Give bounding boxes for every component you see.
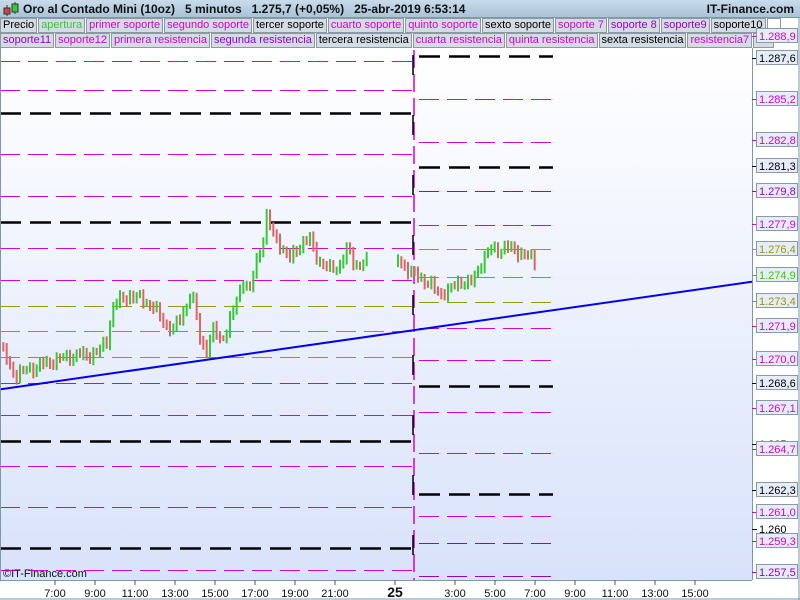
y-axis-label: 1.267,1 <box>752 400 798 415</box>
x-axis-label: 11:00 <box>602 588 629 600</box>
y-axis-label: 1.285,2 <box>752 91 798 106</box>
y-axis-label: 1.276,4 <box>752 241 798 256</box>
y-axis-label-text: 1.282,8 <box>759 135 796 147</box>
x-axis-label: 15:00 <box>681 588 709 600</box>
copyright-text: ©IT-Finance.com <box>3 568 87 580</box>
x-axis-label: 5:00 <box>484 588 505 600</box>
y-axis-label-text: 1.274,9 <box>759 270 796 282</box>
y-axis-label: 1.270,0 <box>752 351 798 366</box>
y-axis-label-text: 1.271,9 <box>759 321 796 333</box>
x-axis-label: 9:00 <box>564 588 585 600</box>
y-axis-label-text: 1.268,6 <box>759 378 796 390</box>
x-axis-label: 3:00 <box>444 588 465 600</box>
x-axis-label: 7:00 <box>44 588 65 600</box>
x-axis-label: 13:00 <box>161 588 189 600</box>
y-axis-label-text: 1.267,1 <box>759 403 796 415</box>
y-axis-label-text: 1.270,0 <box>759 354 796 366</box>
y-axis-label-text: 1.287,6 <box>759 53 796 65</box>
y-axis-label: 1.282,8 <box>752 132 798 147</box>
y-axis-label: 1.279,8 <box>752 183 798 198</box>
y-axis-label: 1.264,7 <box>752 441 798 456</box>
y-axis-label-text: 1.261,0 <box>759 507 796 519</box>
y-axis-label: 1.257,5 <box>752 564 798 579</box>
y-axis-label: 1.274,9 <box>752 267 798 282</box>
y-axis-label: 1.262,3 <box>752 482 798 497</box>
x-axis-label: 11:00 <box>122 588 149 600</box>
y-axis-label-text: 1.264,7 <box>759 444 796 456</box>
y-axis-label-text: 1.277,9 <box>759 219 796 231</box>
y-axis-label-text: 1.257,5 <box>759 567 796 579</box>
x-axis-label: 7:00 <box>524 588 545 600</box>
y-axis-label-text: 1.262,3 <box>759 485 796 497</box>
y-axis-label: 1.287,6 <box>752 50 798 65</box>
x-axis-label: 13:00 <box>641 588 669 600</box>
y-axis-label: 1.259,3 <box>752 533 798 548</box>
y-axis-label: 1.271,9 <box>752 318 798 333</box>
price-chart[interactable]: 1.288,9 1.287,6 1.285,2 1.282,8 1.281,3 1.279… <box>0 0 800 600</box>
x-axis-label: 9:00 <box>84 588 105 600</box>
y-axis-label: 1.268,6 <box>752 375 798 390</box>
y-axis-label: 1.261,0 <box>752 504 798 519</box>
x-axis-label: 17:00 <box>241 588 269 600</box>
y-axis-label-text: 1.273,4 <box>759 296 796 308</box>
y-axis-label: 1.277,9 <box>752 216 798 231</box>
x-axis-label: 19:00 <box>281 588 309 600</box>
x-axis-label: 15:00 <box>201 588 229 600</box>
y-axis-label-text: 1.285,2 <box>759 94 796 106</box>
x-axis-label: 21:00 <box>321 588 349 600</box>
y-axis-label: 1.281,3 <box>752 158 798 173</box>
y-axis-label-text: 1.279,8 <box>759 186 796 198</box>
y-axis-label-text: 1.288,9 <box>759 31 796 43</box>
y-axis-label-text: 1.259,3 <box>759 536 796 548</box>
x-axis-label: 25 <box>387 584 403 600</box>
y-axis-label-text: 1.276,4 <box>759 244 796 256</box>
y-axis-label-text: 1.281,3 <box>759 161 796 173</box>
y-axis-label: 1.273,4 <box>752 293 798 308</box>
y-axis-label: 1.288,9 <box>752 28 798 43</box>
